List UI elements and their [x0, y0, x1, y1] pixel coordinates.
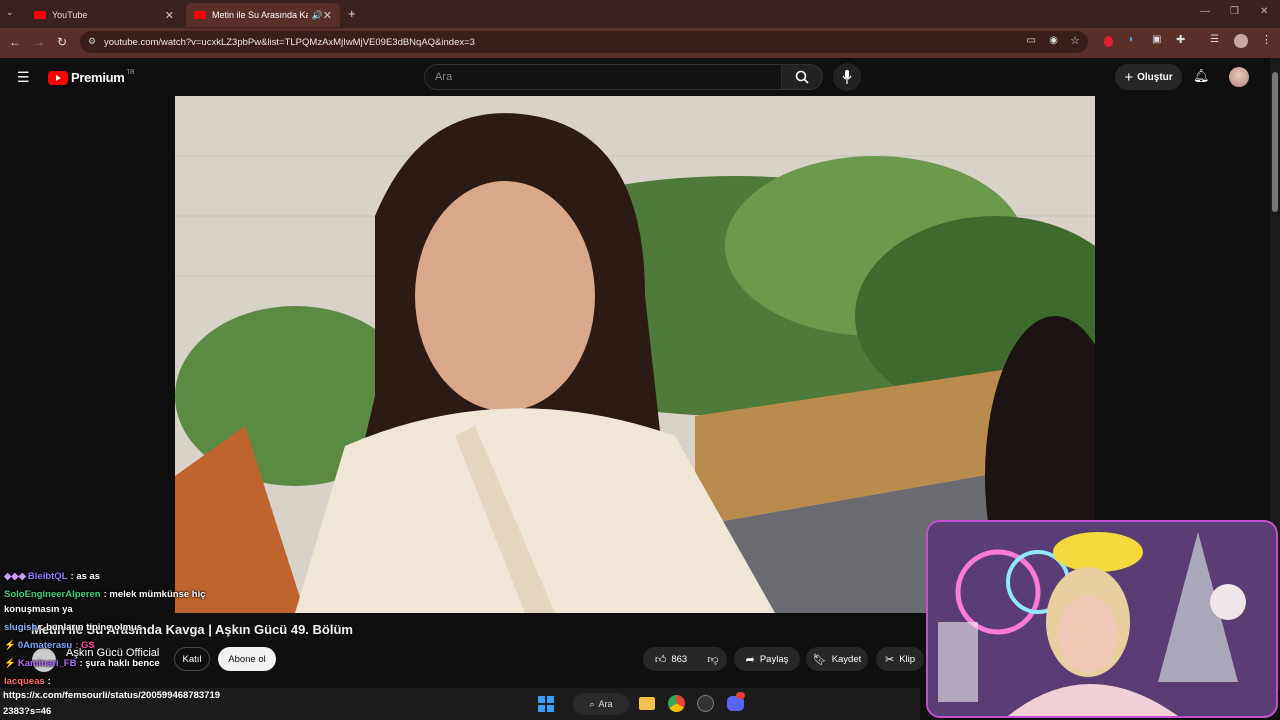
tab-title: Metin ile Su Arasında Kavga	[212, 10, 308, 20]
bookmark-star-icon[interactable]: ☆	[1070, 34, 1080, 47]
share-label: Paylaş	[759, 653, 789, 665]
chat-message-continuation: konuşmasın ya	[4, 604, 73, 615]
browser-menu-icon[interactable]: ⋮	[1261, 33, 1272, 46]
thumbs-up-icon: 👍︎	[654, 653, 667, 666]
chat-text: konuşmasın ya	[4, 604, 73, 615]
save-button[interactable]: 🔖︎ Kaydet	[806, 647, 868, 671]
chat-text: : bunların tipine olmus	[40, 622, 143, 633]
youtube-play-icon	[48, 70, 68, 85]
thumbs-down-icon: 👎︎	[707, 653, 719, 666]
chat-username: 0Amaterasu	[17, 640, 73, 651]
tab-video[interactable]: Metin ile Su Arasında Kavga 🔊 ✕	[186, 3, 340, 27]
audio-playing-icon[interactable]: 🔊	[312, 10, 323, 21]
voice-search-button[interactable]	[833, 63, 861, 91]
extension-red-icon[interactable]	[1104, 36, 1113, 47]
cast-icon[interactable]: ▭	[1027, 35, 1036, 46]
taskbar-search-label: Ara	[598, 699, 613, 709]
search-input[interactable]: Ara	[424, 64, 782, 90]
chat-message: SoloEngineerAlperen: melek mümkünse hiç	[4, 589, 206, 600]
chat-username: BleibtQL	[27, 571, 68, 582]
account-avatar[interactable]	[1229, 67, 1249, 87]
site-info-icon[interactable]: ⚙	[88, 36, 96, 47]
hamburger-menu-icon[interactable]: ☰	[17, 69, 30, 86]
search-placeholder: Ara	[435, 71, 453, 83]
share-arrow-icon: ➦	[745, 653, 755, 666]
clip-label: Klip	[899, 653, 916, 665]
chat-text: : GS	[75, 640, 95, 651]
extension-box-icon[interactable]: ▣	[1152, 34, 1161, 45]
create-label: Oluştur	[1137, 71, 1173, 83]
webcam-overlay	[926, 520, 1278, 718]
close-window-icon[interactable]: ✕	[1260, 6, 1268, 17]
taskbar-search[interactable]: ⌕ Ara	[573, 693, 629, 715]
webcam-image	[928, 522, 1276, 716]
like-button[interactable]: 👍︎ 863	[643, 647, 699, 671]
file-explorer-icon[interactable]	[639, 697, 655, 710]
close-tab-icon[interactable]: ✕	[323, 9, 332, 22]
microphone-icon	[842, 70, 852, 84]
like-count: 863	[671, 653, 688, 665]
dislike-button[interactable]: 👎︎	[699, 647, 727, 671]
clip-button[interactable]: ✂ Klip	[876, 647, 924, 671]
chat-text: : şura haklı bence	[79, 658, 160, 669]
search-icon	[795, 70, 809, 84]
scrollbar-thumb[interactable]	[1272, 72, 1278, 212]
maximize-icon[interactable]: ❐	[1230, 6, 1239, 17]
taskbar-search-icon: ⌕	[589, 698, 595, 709]
subscribe-button[interactable]: Abone ol	[218, 647, 276, 671]
chat-message: ⚡ 0Amaterasu: GS	[4, 640, 95, 651]
join-button[interactable]: Katıl	[174, 647, 210, 671]
share-button[interactable]: ➦ Paylaş	[734, 647, 800, 671]
chat-text: : melek mümkünse hiç	[103, 589, 206, 600]
notifications-bell-icon[interactable]: 🔔︎	[1193, 68, 1210, 84]
chat-badge-icon: ⚡	[4, 640, 16, 651]
back-icon[interactable]: ←	[9, 35, 21, 49]
chrome-icon[interactable]	[668, 695, 685, 712]
bookmark-icon: 🔖︎	[812, 653, 827, 666]
forward-icon[interactable]: →	[33, 35, 45, 49]
region-code: TR	[126, 69, 135, 76]
youtube-favicon-icon	[34, 11, 46, 19]
plus-icon: +	[1124, 68, 1134, 86]
chat-text: : as as	[70, 571, 101, 582]
profile-avatar[interactable]	[1234, 34, 1248, 48]
address-bar[interactable]: ⚙ youtube.com/watch?v=ucxkLZ3pbPw&list=T…	[80, 31, 1088, 53]
chat-message: lacqueas:	[4, 676, 51, 687]
chat-message: slugish: bunların tipine olmus	[4, 622, 142, 633]
extensions-puzzle-icon[interactable]: ✚	[1176, 33, 1185, 46]
save-label: Kaydet	[831, 653, 862, 665]
chat-message: ⚡ Kaminari_FB: şura haklı bence	[4, 658, 160, 669]
chat-text: :	[47, 676, 51, 687]
chat-username: lacqueas	[4, 676, 45, 687]
tab-title: YouTube	[52, 10, 88, 20]
tab-youtube[interactable]: YouTube ✕	[26, 3, 182, 27]
create-button[interactable]: + Oluştur	[1115, 64, 1182, 90]
chat-username: slugish	[4, 622, 38, 633]
youtube-favicon-icon	[194, 11, 206, 19]
close-tab-icon[interactable]: ✕	[165, 9, 174, 22]
new-tab-button[interactable]: +	[348, 6, 356, 21]
tab-search-chevron-icon[interactable]: ⌄	[6, 7, 14, 18]
eye-off-icon[interactable]: ◉	[1049, 35, 1058, 46]
extension-audio-icon[interactable]: ◗	[1128, 34, 1134, 45]
reload-icon[interactable]: ↻	[57, 35, 67, 49]
chat-badge-icon: ◆◆◆	[4, 571, 26, 582]
chat-badge-icon: ⚡	[4, 658, 16, 669]
notification-badge	[736, 692, 745, 699]
app-icon[interactable]	[697, 695, 714, 712]
status-link-continued: 2383?s=46	[3, 706, 52, 717]
search-button[interactable]	[781, 64, 823, 90]
url-text: youtube.com/watch?v=ucxkLZ3pbPw&list=TLP…	[104, 36, 475, 48]
reading-list-icon[interactable]: ☰	[1210, 34, 1219, 45]
status-link: https://x.com/femsourli/status/200599468…	[3, 690, 221, 701]
chat-message: ◆◆◆ BleibtQL: as as	[4, 571, 100, 582]
logo-text: Premium	[71, 70, 125, 85]
youtube-logo[interactable]: Premium TR	[48, 70, 135, 85]
minimize-icon[interactable]: —	[1200, 6, 1210, 17]
scissors-icon: ✂	[884, 653, 895, 666]
link-status-bar: https://x.com/femsourli/status/200599468…	[0, 688, 920, 720]
chat-username: Kaminari_FB	[17, 658, 77, 669]
windows-start-icon[interactable]	[538, 696, 554, 712]
chat-username: SoloEngineerAlperen	[4, 589, 101, 600]
